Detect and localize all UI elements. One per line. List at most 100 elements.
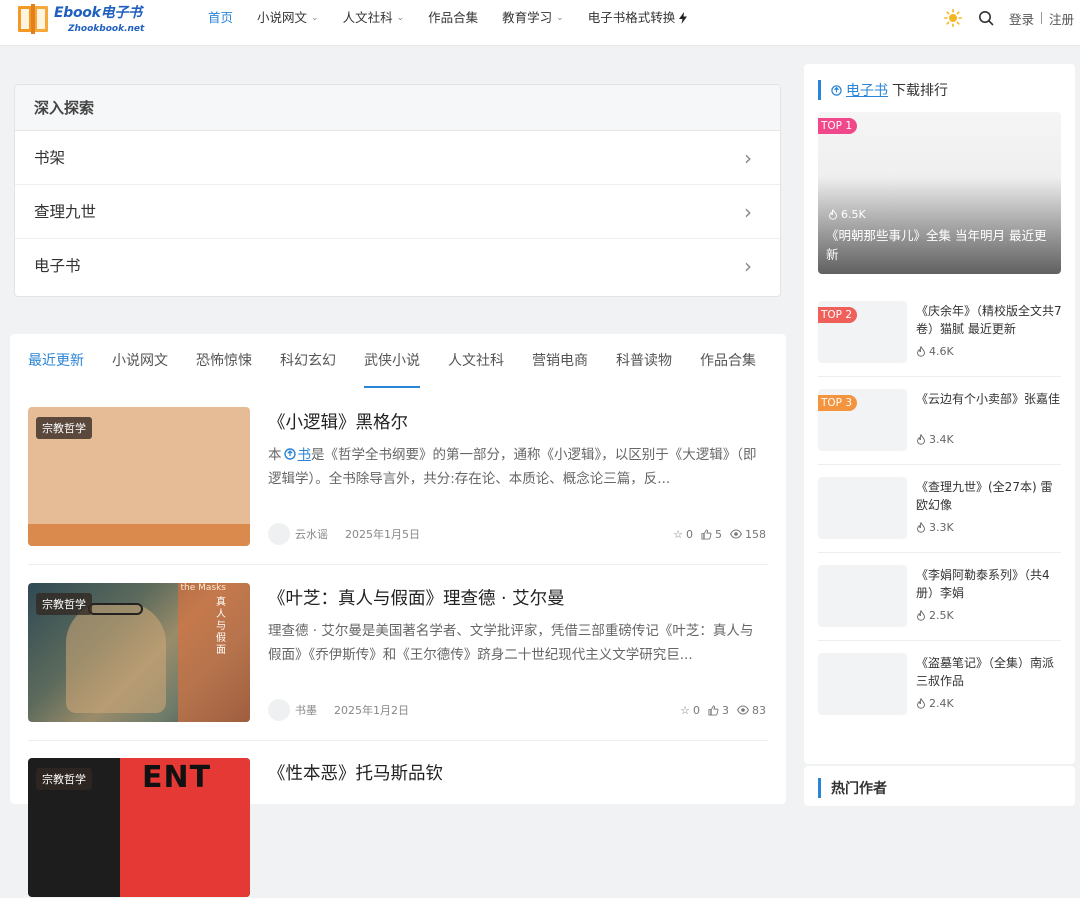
circle-arrow-icon [283, 448, 296, 460]
like-count: 3 [722, 703, 729, 717]
tab-latest[interactable]: 最近更新 [28, 334, 84, 388]
site-header: Ebook电子书 Zhookbook.net 首页 小说网文 ⌄ 人文社科 ⌄ … [0, 0, 1080, 46]
widget-title-link[interactable]: 电子书 [846, 80, 888, 100]
download-count: 2.4K [916, 697, 954, 710]
post-title[interactable]: 《小逻辑》黑格尔 [268, 409, 408, 434]
chevron-right-icon: › [744, 146, 752, 170]
nav-label: 电子书格式转换 [587, 10, 676, 25]
post-cover[interactable]: ENT 宗教哲学 [28, 758, 250, 897]
favorite-button[interactable]: ☆ 0 [680, 704, 700, 717]
header-actions: 登录 注册 [943, 0, 1074, 36]
site-logo[interactable]: Ebook电子书 Zhookbook.net [12, 0, 162, 40]
book-logo-icon [18, 4, 48, 34]
rank-title: 《盗墓笔记》（全集）南派三叔作品 [916, 656, 1055, 688]
divider [818, 640, 1061, 641]
register-link[interactable]: 注册 [1049, 9, 1074, 28]
widget-title: 热门作者 [818, 778, 887, 798]
rank-badge: TOP 3 [818, 395, 858, 411]
tab-wuxia[interactable]: 武侠小说 [364, 334, 420, 388]
login-link[interactable]: 登录 [1009, 9, 1034, 28]
tab-marketing[interactable]: 营销电商 [532, 334, 588, 388]
rank-badge: TOP 1 [818, 118, 858, 134]
hot-authors-widget: 热门作者 [804, 766, 1075, 806]
posts-panel: 最近更新 小说网文 恐怖惊悚 科幻玄幻 武侠小说 人文社科 营销电商 科普读物 … [10, 334, 786, 897]
post-stats: ☆ 0 3 83 [680, 699, 766, 721]
download-count-value: 6.5K [841, 208, 866, 221]
rank-badge: TOP 2 [818, 307, 858, 323]
star-count: 0 [693, 703, 700, 717]
like-button[interactable]: 5 [701, 528, 722, 541]
download-count-value: 4.6K [929, 345, 954, 358]
chevron-down-icon: ⌄ [311, 13, 319, 23]
tab-scifi[interactable]: 科幻玄幻 [280, 334, 336, 388]
avatar[interactable] [268, 699, 290, 721]
explore-item-label: 书架 [34, 149, 66, 167]
star-icon: ☆ [680, 703, 690, 717]
rank-item[interactable]: 《盗墓笔记》（全集）南派三叔作品 2.4K [818, 653, 1061, 719]
tab-science[interactable]: 科普读物 [616, 334, 672, 388]
rank-title: 《李娟阿勒泰系列》（共4册）李娟 [916, 568, 1050, 600]
explore-item-label: 查理九世 [34, 203, 97, 221]
cover-caption: the Masks [180, 583, 226, 593]
nav-item-humanities[interactable]: 人文社科 ⌄ [331, 0, 417, 36]
explore-item-charlie[interactable]: 查理九世 › [15, 185, 780, 239]
thumbs-up-icon [701, 528, 712, 540]
avatar[interactable] [268, 523, 290, 545]
divider [818, 552, 1061, 553]
post-meta: 书墨 2025年1月2日 [268, 699, 409, 721]
tab-horror[interactable]: 恐怖惊悚 [196, 334, 252, 388]
search-button[interactable] [976, 8, 996, 28]
nav-item-format-convert[interactable]: 电子书格式转换 [576, 0, 700, 36]
chevron-down-icon: ⌄ [556, 13, 564, 23]
like-count: 5 [715, 527, 722, 541]
nav-item-home[interactable]: 首页 [196, 0, 245, 36]
widget-title: 电子书 下载排行 [818, 80, 948, 100]
flame-icon [917, 346, 925, 357]
thumbs-up-icon [708, 704, 719, 716]
rank-item[interactable]: 《李娟阿勒泰系列》（共4册）李娟 2.5K [818, 565, 1061, 631]
post-author[interactable]: 云水谣 [295, 526, 328, 542]
eye-icon [737, 705, 749, 715]
divider [1040, 12, 1042, 24]
download-count: 3.4K [916, 433, 954, 446]
nav-label: 教育学习 [502, 10, 553, 25]
ebook-link[interactable]: 书 [298, 447, 312, 463]
post-title[interactable]: 《性本恶》托马斯品钦 [268, 760, 443, 785]
post-cover[interactable]: the Masks 真人与假面 宗教哲学 [28, 583, 250, 722]
rank-item[interactable]: TOP 2 《庆余年》（精校版全文共7卷）猫腻 最近更新 4.6K [818, 301, 1062, 367]
rank-item[interactable]: 《查理九世》(全27本) 雷欧幻像 3.3K [818, 477, 1061, 543]
tab-novels[interactable]: 小说网文 [112, 334, 168, 388]
excerpt-text: 是《哲学全书纲要》的第一部分，通称《小逻辑》，以区别于《大逻辑》（即逻辑学）。全… [268, 447, 757, 487]
star-icon: ☆ [673, 527, 683, 541]
tab-collections[interactable]: 作品合集 [700, 334, 756, 388]
nav-label: 作品合集 [428, 10, 479, 25]
flame-icon [917, 434, 925, 445]
theme-toggle[interactable] [943, 8, 963, 28]
rank-item[interactable]: TOP 3 《云边有个小卖部》张嘉佳 3.4K [818, 389, 1061, 455]
download-ranking-widget: 电子书 下载排行 TOP 1 6.5K 《明朝那些事儿》全集 当年明月 最近更新 … [804, 64, 1075, 764]
category-badge[interactable]: 宗教哲学 [36, 768, 92, 790]
explore-card: 深入探索 书架 › 查理九世 › 电子书 › [14, 84, 781, 297]
post-meta: 云水谣 2025年1月5日 [268, 523, 420, 545]
category-badge[interactable]: 宗教哲学 [36, 417, 92, 439]
favorite-button[interactable]: ☆ 0 [673, 528, 693, 541]
post-item: ENT 宗教哲学 《性本恶》托马斯品钦 [28, 758, 768, 898]
post-cover[interactable]: 宗教哲学 [28, 407, 250, 546]
divider [818, 464, 1061, 465]
nav-item-education[interactable]: 教育学习 ⌄ [490, 0, 576, 36]
category-badge[interactable]: 宗教哲学 [36, 593, 92, 615]
post-title[interactable]: 《叶芝：真人与假面》理查德 · 艾尔曼 [268, 585, 565, 610]
like-button[interactable]: 3 [708, 704, 729, 717]
post-author[interactable]: 书墨 [295, 702, 317, 718]
explore-item-ebook[interactable]: 电子书 › [15, 239, 780, 293]
download-count-value: 3.3K [929, 521, 954, 534]
rank-title: 《查理九世》(全27本) 雷欧幻像 [916, 480, 1053, 512]
explore-item-bookshelf[interactable]: 书架 › [15, 131, 780, 185]
post-excerpt: 理查德 · 艾尔曼是美国著名学者、文学批评家，凭借三部重磅传记《叶芝：真人与假面… [268, 623, 754, 663]
tab-humanities[interactable]: 人文社科 [448, 334, 504, 388]
nav-item-collections[interactable]: 作品合集 [416, 0, 490, 36]
nav-item-novels[interactable]: 小说网文 ⌄ [245, 0, 331, 36]
post-date: 2025年1月5日 [345, 528, 420, 541]
top-ranked-item[interactable]: TOP 1 6.5K 《明朝那些事儿》全集 当年明月 最近更新 [818, 112, 1061, 274]
rank-title: 《明朝那些事儿》全集 当年明月 最近更新 [826, 228, 1047, 262]
